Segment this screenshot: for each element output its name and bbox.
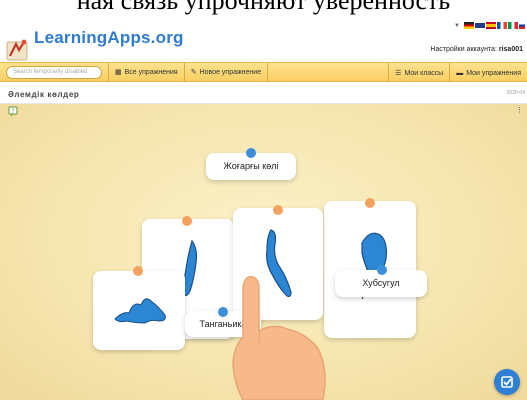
learningapps-logo-icon[interactable]	[6, 36, 30, 62]
flag-es-icon[interactable]	[486, 22, 496, 29]
pointing-hand-icon	[232, 275, 326, 400]
search-input[interactable]: Search temporarily disabled	[6, 65, 102, 79]
new-exercise-label: Новое упражнение	[199, 68, 262, 76]
app-title: Әлемдік көлдер	[8, 90, 80, 99]
account-settings[interactable]: Настройки аккаунта: risa001	[430, 46, 523, 53]
site-header: LearningApps.org ▼ Настройки аккаунта: r…	[0, 16, 527, 62]
main-toolbar: Search temporarily disabled ▦ Все упражн…	[0, 62, 527, 83]
folder-icon: ▬	[456, 69, 464, 77]
account-settings-label: Настройки аккаунта:	[430, 46, 497, 53]
site-logo-text[interactable]: LearningApps.org	[34, 28, 184, 48]
flag-ru-icon[interactable]	[519, 22, 525, 29]
my-classes-label: Мои классы	[404, 69, 444, 77]
toolbar-right-group: ☰ Мои классы ▬ Мои упражнения	[388, 63, 527, 83]
flag-gb-icon[interactable]	[475, 22, 485, 29]
app-title-bar: Әлемдік көлдер 2020-04	[0, 82, 527, 104]
new-exercise-link[interactable]: ✎ Новое упражнение	[185, 62, 269, 82]
help-icon[interactable]: ?	[8, 106, 19, 117]
more-options-icon[interactable]: ⋮	[516, 106, 523, 114]
all-exercises-label: Все упражнения	[124, 68, 178, 76]
pencil-icon: ✎	[190, 69, 197, 76]
list-icon: ☰	[395, 70, 402, 77]
app-date: 2020-04	[506, 90, 525, 96]
label-pin	[246, 148, 256, 158]
screenshot: ная связь упрочняют уверенность Learning…	[0, 0, 527, 400]
my-classes-link[interactable]: ☰ Мои классы	[388, 63, 449, 83]
card-pin	[182, 216, 192, 226]
language-flags[interactable]: ▼	[454, 22, 525, 29]
chevron-down-icon[interactable]: ▼	[454, 23, 460, 29]
label-pin	[377, 265, 387, 275]
flag-it-icon[interactable]	[508, 22, 518, 29]
caption-text: ная связь упрочняют уверенность	[76, 0, 451, 15]
flag-de-icon[interactable]	[464, 22, 474, 29]
card-pin	[273, 205, 283, 215]
my-exercises-link[interactable]: ▬ Мои упражнения	[449, 63, 527, 83]
check-answers-button[interactable]	[494, 369, 520, 395]
card-pin	[133, 266, 143, 276]
upper-lake-map	[114, 298, 166, 324]
all-exercises-link[interactable]: ▦ Все упражнения	[108, 62, 185, 82]
svg-text:?: ?	[11, 108, 14, 115]
grid-icon: ▦	[115, 69, 122, 76]
my-exercises-label: Мои упражнения	[466, 69, 521, 77]
check-icon	[501, 376, 513, 388]
flag-fr-icon[interactable]	[497, 22, 507, 29]
card-pin	[365, 198, 375, 208]
lake-card-upper[interactable]	[93, 271, 185, 350]
account-username: risa001	[498, 46, 523, 53]
